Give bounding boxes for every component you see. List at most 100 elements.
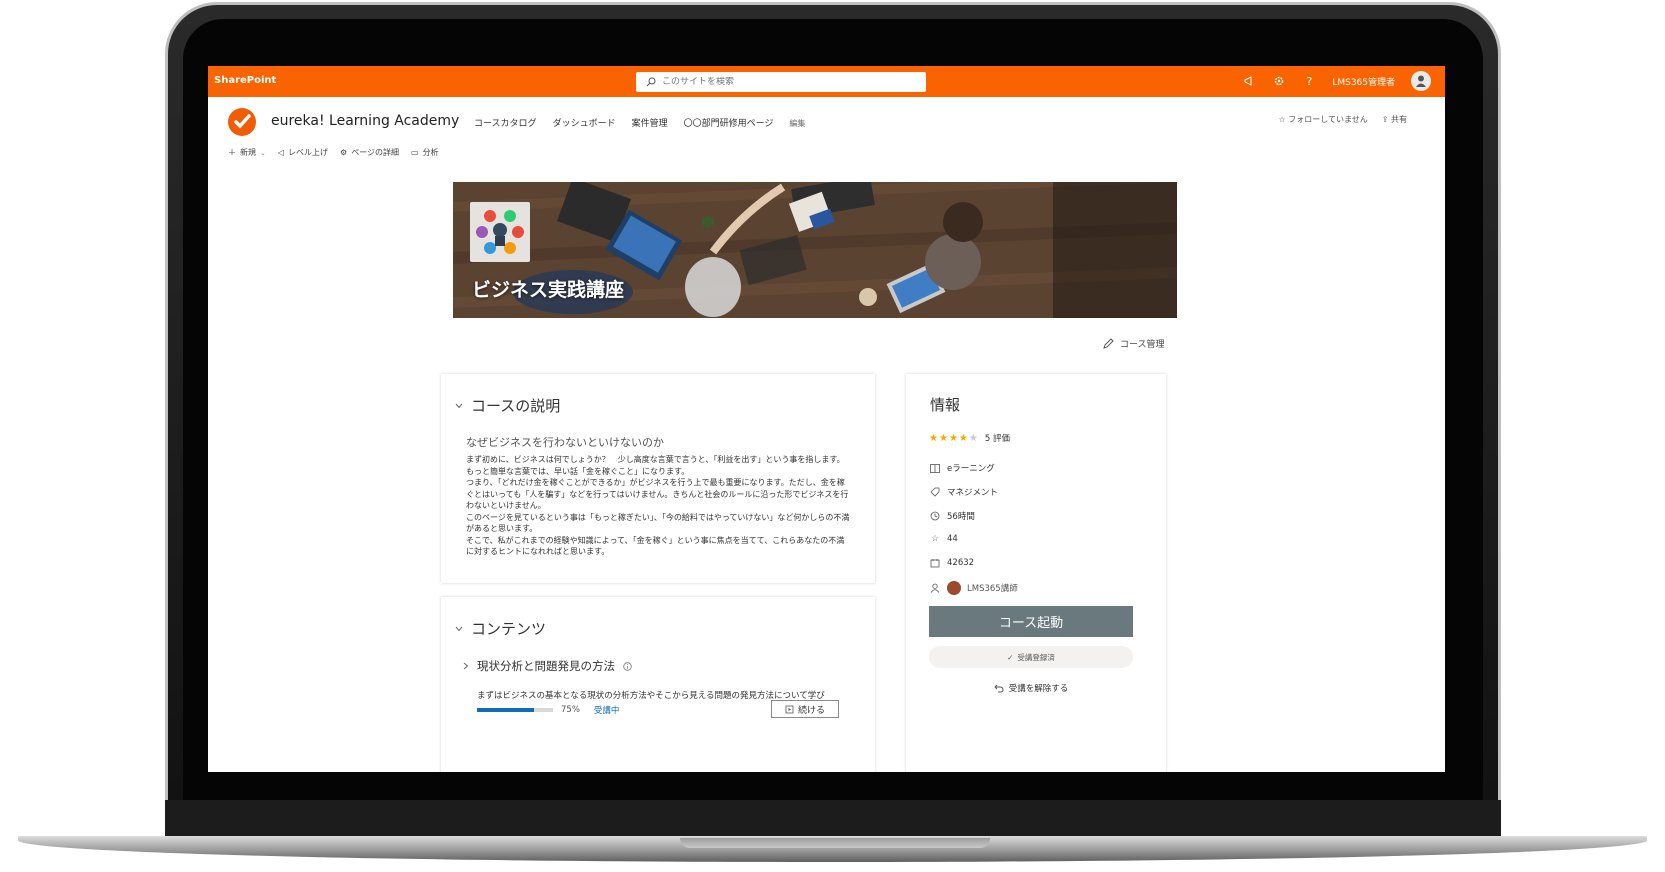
chevron-down-icon <box>455 626 463 631</box>
info-heading: 情報 <box>930 396 961 414</box>
megaphone-icon: ◁ <box>277 148 285 157</box>
site-title[interactable]: eureka! Learning Academy <box>271 113 459 129</box>
page-details-label: ページの詳細 <box>351 148 400 157</box>
nav-case-management[interactable]: 案件管理 <box>632 116 668 129</box>
content-item-title: 現状分析と問題発見の方法 <box>477 659 615 673</box>
course-instructor: LMS365講師 <box>929 581 1018 595</box>
star-empty-icon: ★ <box>968 432 979 444</box>
suite-actions: ? LMS365管理者 <box>1242 70 1431 92</box>
description-heading: コースの説明 <box>471 397 561 415</box>
instructor-avatar[interactable] <box>947 581 961 595</box>
page-details-button[interactable]: ⚙ ページの詳細 <box>340 147 399 158</box>
course-id-label: 42632 <box>947 558 975 568</box>
course-icon-tile <box>470 202 530 262</box>
nav-department-training[interactable]: 〇〇部門研修用ページ <box>684 116 774 129</box>
enrolled-status-button[interactable]: ✓ 受講登録済 <box>929 646 1133 668</box>
calendar-icon <box>929 558 941 568</box>
sharepoint-brand[interactable]: SharePoint <box>214 75 276 86</box>
course-id: 42632 <box>929 558 974 568</box>
nav-edit-link[interactable]: 編集 <box>789 118 805 129</box>
follow-label: フォローしていません <box>1288 115 1368 124</box>
course-category-label: マネジメント <box>947 488 999 498</box>
new-button[interactable]: ＋ 新規 ⌄ <box>228 147 266 158</box>
star-filled-icon: ★ <box>938 432 949 444</box>
share-button[interactable]: ⇪ 共有 <box>1382 114 1407 125</box>
new-label: 新規 <box>240 148 256 157</box>
follow-share-area: ☆ フォローしていません ⇪ 共有 <box>1279 114 1408 125</box>
search-input[interactable] <box>662 77 902 87</box>
course-title: ビジネス実践講座 <box>472 279 625 301</box>
share-icon: ⇪ <box>1381 115 1389 124</box>
course-rating[interactable]: ★★★★★ 5 評価 <box>929 432 1010 445</box>
enrolled-label: 受講登録済 <box>1017 652 1055 662</box>
book-icon <box>929 463 941 473</box>
star-filled-icon: ★ <box>929 432 939 444</box>
nav-course-catalog[interactable]: コースカタログ <box>474 116 537 129</box>
contents-heading: コンテンツ <box>471 620 547 638</box>
course-type-label: eラーニング <box>947 464 995 474</box>
chevron-down-icon <box>455 403 463 408</box>
analytics-label: 分析 <box>422 148 439 157</box>
description-body: まず初めに、ビジネスは何でしょうか？ 少し高度な言葉で言うと、「利益を出す」とい… <box>466 454 851 558</box>
course-info-card: 情報 ★★★★★ 5 評価 eラーニング マネジメント 56時間 ☆ 44 42… <box>906 374 1166 772</box>
rating-stars: ★★★★★ <box>929 433 979 444</box>
rating-count: 5 評価 <box>984 434 1010 444</box>
business-hexagon-icon <box>476 210 524 254</box>
promote-label: レベル上げ <box>288 148 329 157</box>
instructor-name[interactable]: LMS365講師 <box>967 582 1018 594</box>
course-duration-label: 56時間 <box>947 512 975 522</box>
star-filled-icon: ★ <box>948 432 959 444</box>
continue-label: 続ける <box>797 705 825 716</box>
gear-icon[interactable] <box>1272 74 1286 88</box>
progress-status: 受講中 <box>593 706 620 716</box>
course-type: eラーニング <box>929 462 995 474</box>
course-duration: 56時間 <box>929 510 975 522</box>
laptop-notch <box>680 838 990 848</box>
megaphone-icon[interactable] <box>1242 74 1256 88</box>
unenroll-link[interactable]: 受講を解除する <box>929 682 1133 694</box>
continue-button[interactable]: 続ける <box>771 700 839 718</box>
course-points-label: 44 <box>947 534 958 544</box>
pencil-icon <box>1103 338 1114 349</box>
content-progress: 75% 受講中 <box>477 704 619 716</box>
course-description-card: コースの説明 なぜビジネスを行わないといけないのか まず初めに、ビジネスは何でし… <box>441 374 875 583</box>
course-points: ☆ 44 <box>929 534 958 544</box>
star-outline-icon: ☆ <box>931 534 939 544</box>
description-section-header[interactable]: コースの説明 <box>455 395 560 416</box>
chevron-down-icon: ⌄ <box>260 148 266 157</box>
course-category: マネジメント <box>929 486 998 498</box>
plus-icon: ＋ <box>228 148 236 157</box>
site-search[interactable] <box>636 72 926 92</box>
tag-icon <box>929 487 941 497</box>
contents-section-header[interactable]: コンテンツ <box>455 618 546 639</box>
description-paragraph: まず初めに、ビジネスは何でしょうか？ 少し高度な言葉で言うと、「利益を出す」とい… <box>466 455 845 476</box>
check-icon: ✓ <box>1007 652 1014 662</box>
follow-button[interactable]: ☆ フォローしていません <box>1279 114 1368 125</box>
description-paragraph: そこで、私がこれまでの経験や知識によって、「金を稼ぐ」という事に焦点を当てて、こ… <box>466 535 845 557</box>
promote-button[interactable]: ◁ レベル上げ <box>278 147 328 158</box>
description-subheading: なぜビジネスを行わないといけないのか <box>466 436 664 449</box>
nav-dashboard[interactable]: ダッシュボード <box>553 116 616 129</box>
sharepoint-screen: SharePoint ? LMS365管理者 eureka! Learning <box>208 66 1445 772</box>
search-icon <box>646 77 656 87</box>
user-name[interactable]: LMS365管理者 <box>1332 75 1395 88</box>
info-icon[interactable] <box>623 661 632 671</box>
course-management-link[interactable]: コース管理 <box>1103 337 1165 350</box>
course-management-label: コース管理 <box>1120 340 1165 350</box>
description-paragraph: このページを見ているという事は「もっと稼ぎたい」、「今の給料ではやっていけない」… <box>466 512 850 534</box>
progress-bar <box>477 708 553 712</box>
analytics-button[interactable]: ▭ 分析 <box>411 147 439 158</box>
clock-icon <box>929 511 941 521</box>
help-icon[interactable]: ? <box>1302 74 1316 88</box>
play-icon <box>785 705 794 713</box>
share-label: 共有 <box>1391 115 1407 124</box>
user-avatar[interactable] <box>1411 71 1431 91</box>
laptop-hinge <box>165 800 1501 838</box>
content-item-header[interactable]: 現状分析と問題発見の方法 <box>463 658 632 674</box>
course-contents-card: コンテンツ 現状分析と問題発見の方法 まずはビジネスの基本となる現状の分析方法や… <box>441 597 875 772</box>
command-bar: ＋ 新規 ⌄ ◁ レベル上げ ⚙ ページの詳細 ▭ 分析 <box>228 147 439 158</box>
analytics-icon: ▭ <box>411 148 419 157</box>
site-logo[interactable] <box>228 108 256 136</box>
launch-course-button[interactable]: コース起動 <box>929 606 1133 637</box>
progress-bar-fill <box>477 708 534 712</box>
